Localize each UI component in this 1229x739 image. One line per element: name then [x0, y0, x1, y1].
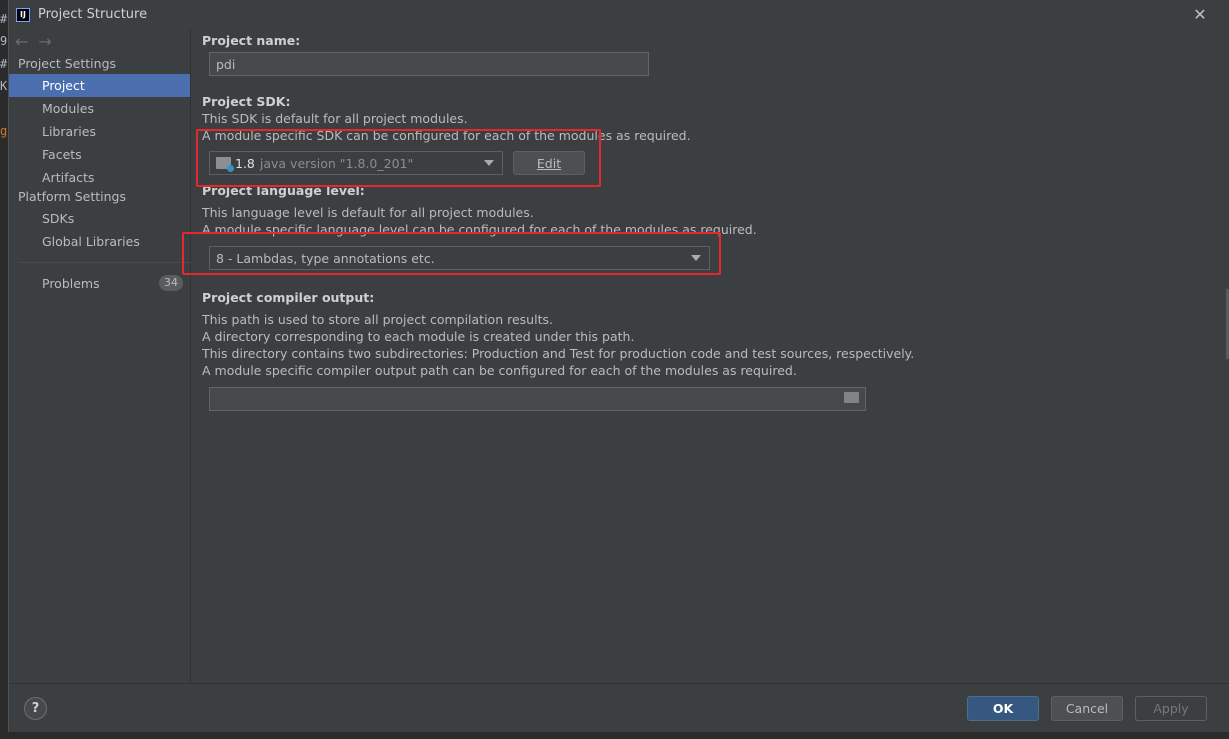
background-editor-strip: # 9 # K g	[0, 0, 8, 739]
sdk-version: 1.8	[235, 155, 255, 171]
sidebar-item-facets[interactable]: Facets	[9, 143, 190, 166]
sidebar-item-libraries[interactable]: Libraries	[9, 120, 190, 143]
sidebar-item-label: Problems	[42, 276, 100, 291]
scrollbar[interactable]	[1223, 29, 1229, 683]
close-icon[interactable]: ✕	[1191, 5, 1209, 24]
sidebar-item-problems[interactable]: Problems 34	[9, 272, 190, 295]
intellij-app-icon: IJ	[16, 7, 30, 22]
sidebar-group-platform-settings: Platform Settings	[18, 189, 126, 204]
editor-fragment: #	[0, 57, 8, 71]
output-description-2: A directory corresponding to each module…	[202, 329, 635, 344]
back-arrow-icon[interactable]: ←	[15, 32, 28, 51]
editor-fragment: K	[0, 79, 8, 93]
language-description-1: This language level is default for all p…	[202, 205, 534, 220]
project-sdk-label: Project SDK:	[202, 94, 291, 109]
nav-arrows: ← →	[9, 29, 190, 54]
window-title: Project Structure	[38, 7, 148, 22]
sidebar: ← → Project Settings Project Modules Lib…	[9, 29, 191, 683]
sidebar-item-artifacts[interactable]: Artifacts	[9, 166, 190, 189]
language-description-2: A module specific language level can be …	[202, 222, 757, 237]
output-description-1: This path is used to store all project c…	[202, 312, 553, 327]
editor-fragment: #	[0, 12, 8, 26]
sidebar-divider	[18, 262, 191, 263]
compiler-output-label: Project compiler output:	[202, 290, 375, 305]
output-description-3: This directory contains two subdirectori…	[202, 346, 915, 361]
project-sdk-dropdown[interactable]: 1.8 java version "1.8.0_201"	[209, 151, 503, 175]
language-level-value: 8 - Lambdas, type annotations etc.	[216, 250, 435, 266]
cancel-button[interactable]: Cancel	[1051, 696, 1123, 721]
output-description-4: A module specific compiler output path c…	[202, 363, 797, 378]
project-settings-panel: Project name: pdi Project SDK: This SDK …	[182, 29, 1229, 683]
sdk-description-2: A module specific SDK can be configured …	[202, 128, 691, 143]
project-structure-dialog: IJ Project Structure ✕ ← → Project Setti…	[8, 0, 1229, 732]
background-bottom-strip	[0, 732, 1229, 739]
project-name-input[interactable]: pdi	[209, 52, 649, 76]
sdk-description-1: This SDK is default for all project modu…	[202, 111, 468, 126]
problems-count-badge: 34	[159, 275, 183, 291]
apply-button[interactable]: Apply	[1135, 696, 1207, 721]
help-icon[interactable]: ?	[24, 697, 47, 720]
chevron-down-icon	[484, 160, 494, 166]
sidebar-item-sdks[interactable]: SDKs	[9, 207, 190, 230]
language-level-dropdown[interactable]: 8 - Lambdas, type annotations etc.	[209, 246, 710, 270]
editor-fragment: 9	[0, 34, 8, 48]
project-language-level-label: Project language level:	[202, 183, 365, 198]
sdk-detail: java version "1.8.0_201"	[259, 155, 414, 171]
sidebar-item-global-libraries[interactable]: Global Libraries	[9, 230, 190, 253]
chevron-down-icon	[691, 255, 701, 261]
sdk-edit-button[interactable]: Edit	[513, 151, 585, 175]
sidebar-item-project[interactable]: Project	[9, 74, 190, 97]
jdk-folder-icon	[216, 157, 234, 172]
project-name-label: Project name:	[202, 33, 301, 48]
folder-browse-icon[interactable]	[844, 392, 859, 403]
title-bar: IJ Project Structure ✕	[9, 0, 1229, 29]
sidebar-item-modules[interactable]: Modules	[9, 97, 190, 120]
forward-arrow-icon[interactable]: →	[38, 32, 51, 51]
compiler-output-input[interactable]	[209, 387, 866, 411]
editor-fragment: g	[0, 124, 8, 138]
ok-button[interactable]: OK	[967, 696, 1039, 721]
dialog-footer: ? OK Cancel Apply	[9, 683, 1229, 732]
sidebar-group-project-settings: Project Settings	[18, 56, 117, 71]
